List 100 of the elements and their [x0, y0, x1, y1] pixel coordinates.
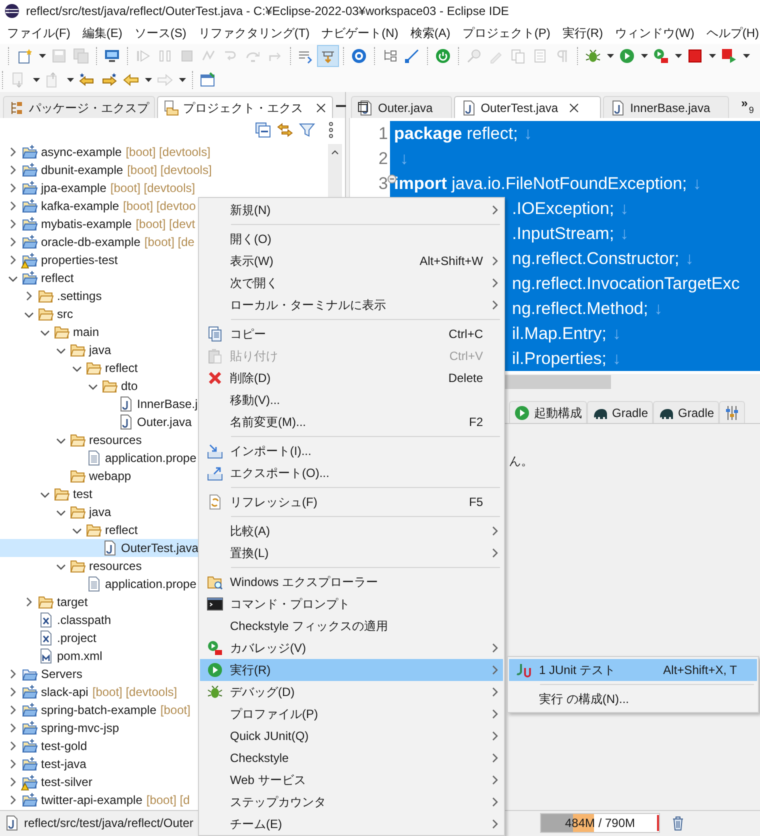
menu-item[interactable]: 削除(D) Delete: [200, 367, 503, 389]
collapse-fold-icon[interactable]: [387, 174, 397, 184]
menu-item[interactable]: プロファイル(P): [200, 703, 503, 725]
line-end-mark: ↓: [612, 348, 621, 370]
menu-item[interactable]: Checkstyle フィックスの適用: [200, 615, 503, 637]
menu-item[interactable]: Web サービス: [200, 769, 503, 791]
menu-item[interactable]: ステップカウンタ: [200, 791, 503, 813]
item-label: InnerBase.j: [137, 396, 198, 413]
import-icon: [207, 443, 223, 459]
panel-tab[interactable]: Gradle: [587, 401, 654, 423]
panel-tab[interactable]: Gradle: [653, 401, 720, 423]
panel-tab[interactable]: [719, 401, 746, 423]
toggle-button[interactable]: [317, 45, 339, 67]
app-icon: [4, 3, 20, 19]
item-label: webapp: [89, 468, 132, 485]
menu-item[interactable]: リファクタリング(T): [197, 24, 311, 42]
view-tab[interactable]: プロジェクト・エクス: [157, 96, 333, 118]
menu-item[interactable]: 実行(R): [561, 24, 604, 42]
menu-item[interactable]: ヘルプ(H): [705, 24, 760, 42]
kebab-menu-icon[interactable]: [327, 122, 335, 138]
menu-item[interactable]: ファイル(F): [6, 24, 72, 42]
menu-item[interactable]: コピー Ctrl+C: [200, 323, 503, 345]
line-end-mark: ↓: [524, 122, 532, 145]
view-tab[interactable]: パッケージ・エクスプ: [3, 96, 155, 118]
menu-item[interactable]: Windows エクスプローラー: [200, 571, 503, 593]
menu-item[interactable]: 1 JUnit テスト Alt+Shift+X, T: [509, 659, 757, 681]
item-decoration: [boot] [devtools]: [127, 162, 212, 179]
menu-item[interactable]: チーム(E): [200, 813, 503, 835]
menu-item[interactable]: インポート(I)...: [200, 440, 503, 462]
menu-item[interactable]: リフレッシュ(F) F5: [200, 491, 503, 513]
gear-icon: [351, 48, 367, 64]
caret-icon: [32, 78, 40, 82]
menu-item[interactable]: Checkstyle: [200, 747, 503, 769]
tree-item[interactable]: jpa-example [boot] [devtools]: [0, 179, 329, 197]
item-label: async-example: [41, 144, 122, 161]
close-icon[interactable]: [568, 102, 580, 114]
line-icon: [404, 48, 420, 64]
item-label: dto: [121, 378, 138, 395]
menu-item[interactable]: 新規(N): [200, 199, 503, 221]
item-decoration: [boot] [d: [146, 792, 190, 809]
item-decoration: [boot] [devtools]: [126, 144, 210, 161]
stop-icon: [687, 48, 703, 64]
menu-item[interactable]: 検索(A): [409, 24, 452, 42]
item-decoration: [boot] [devt: [136, 216, 196, 233]
menu-item[interactable]: 次で開く: [200, 272, 503, 294]
menu-item[interactable]: ウィンドウ(W): [614, 24, 696, 42]
menu-item[interactable]: デバッグ(D): [200, 681, 503, 703]
panel-tab[interactable]: 起動構成: [509, 401, 587, 423]
menu-item[interactable]: 表示(W) Alt+Shift+W: [200, 250, 503, 272]
tree-item[interactable]: dbunit-example [boot] [devtools]: [0, 161, 329, 179]
code-text: il.Properties;: [512, 348, 606, 370]
item-label: target: [57, 594, 88, 611]
folder-icon: [38, 306, 54, 322]
folder-icon: [38, 288, 54, 304]
status-path: reflect/src/test/java/reflect/Outer: [24, 814, 194, 832]
maximize-icon[interactable]: [357, 101, 369, 113]
scroll-up-icon[interactable]: [331, 150, 339, 155]
menu-item[interactable]: 実行(R): [200, 659, 503, 681]
menu-item[interactable]: ナビゲート(N): [320, 24, 400, 42]
tab-label: OuterTest.java: [480, 100, 558, 116]
shortcut-text: Alt+Shift+X, T: [663, 662, 737, 679]
menu-item[interactable]: 移動(V)...: [200, 389, 503, 411]
menu-item[interactable]: Quick JUnit(Q): [200, 725, 503, 747]
bug-icon: [207, 684, 223, 700]
menu-item[interactable]: エクスポート(O)...: [200, 462, 503, 484]
java-file-icon: [118, 414, 134, 430]
line-number: 2: [378, 148, 388, 170]
trash-icon[interactable]: [670, 814, 686, 830]
item-label: .project: [57, 630, 96, 647]
power-icon: [435, 48, 451, 64]
tree-item[interactable]: async-example [boot] [devtools]: [0, 143, 329, 161]
java-file-icon: [610, 100, 626, 116]
menu-item[interactable]: 実行 の構成(N)...: [509, 688, 757, 710]
arrow-left-icon: [123, 72, 139, 88]
terminal-icon: [207, 596, 223, 612]
menu-item[interactable]: ローカル・ターミナルに表示: [200, 294, 503, 316]
heap-meter[interactable]: 484M / 790M: [540, 812, 660, 832]
item-label: .classpath: [57, 612, 112, 629]
editor-tab[interactable]: Outer.java: [351, 96, 452, 118]
editor-tab[interactable]: OuterTest.java: [454, 96, 602, 118]
pause-icon: [157, 48, 173, 64]
menu-item[interactable]: 編集(E): [81, 24, 124, 42]
code-text: il.Map.Entry;: [512, 322, 606, 345]
project-folder-icon: [22, 792, 38, 808]
editor-tab[interactable]: InnerBase.java: [603, 96, 730, 118]
close-icon[interactable]: [315, 102, 327, 114]
menu-item[interactable]: カバレッジ(V): [200, 637, 503, 659]
menu-item[interactable]: ソース(S): [133, 24, 188, 42]
filter-icon[interactable]: [299, 122, 315, 138]
item-label: application.prope: [105, 450, 196, 467]
collapse-all-icon[interactable]: [255, 122, 271, 138]
menu-item[interactable]: プロジェクト(P): [461, 24, 552, 42]
menu-item[interactable]: 名前変更(M)... F2: [200, 411, 503, 433]
overflow-chevron: »: [741, 96, 748, 110]
link-arrows-icon[interactable]: [277, 122, 293, 138]
folder-icon: [70, 468, 86, 484]
menu-item[interactable]: コマンド・プロンプト: [200, 593, 503, 615]
menu-item[interactable]: 比較(A): [200, 520, 503, 542]
menu-item[interactable]: 開く(O): [200, 228, 503, 250]
caret-icon: [742, 54, 750, 58]
